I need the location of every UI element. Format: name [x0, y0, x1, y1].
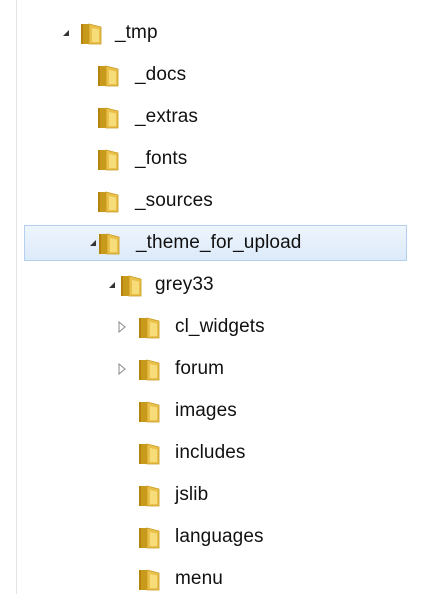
folder-icon — [95, 146, 121, 172]
folder-icon — [136, 482, 162, 508]
tree-item[interactable]: _docs — [24, 57, 407, 93]
tree-item-label: _sources — [135, 190, 213, 211]
collapsed-triangle-icon[interactable] — [115, 320, 129, 334]
tree-item[interactable]: menu — [24, 561, 407, 597]
tree-item[interactable]: _fonts — [24, 141, 407, 177]
expanded-triangle-icon[interactable] — [105, 278, 119, 292]
tree-item[interactable]: includes — [24, 435, 407, 471]
folder-tree: _tmp _docs _extras _fonts _sources _them… — [0, 0, 424, 594]
tree-item[interactable]: cl_widgets — [24, 309, 407, 345]
folder-icon — [96, 230, 122, 256]
tree-item-label: menu — [175, 568, 223, 589]
folder-icon — [78, 20, 104, 46]
tree-item-label: _extras — [135, 106, 199, 127]
folder-icon — [136, 566, 162, 592]
tree-item[interactable]: _extras — [24, 99, 407, 135]
tree-item[interactable]: grey33 — [24, 267, 407, 303]
expanded-triangle-icon[interactable] — [59, 26, 73, 40]
tree-item[interactable]: _theme_for_upload — [24, 225, 407, 261]
folder-icon — [118, 272, 144, 298]
tree-item-label: _theme_for_upload — [136, 232, 302, 253]
tree-item[interactable]: jslib — [24, 477, 407, 513]
tree-item[interactable]: images — [24, 393, 407, 429]
tree-item[interactable]: _sources — [24, 183, 407, 219]
folder-icon — [136, 440, 162, 466]
tree-item-label: _tmp — [115, 22, 158, 43]
tree-item-label: _docs — [135, 64, 187, 85]
tree-item-label: languages — [175, 526, 264, 547]
tree-item-label: grey33 — [155, 274, 214, 295]
tree-item[interactable]: languages — [24, 519, 407, 555]
tree-item-label: forum — [175, 358, 225, 379]
tree-item[interactable]: forum — [24, 351, 407, 387]
tree-item-label: _fonts — [135, 148, 188, 169]
folder-icon — [136, 524, 162, 550]
folder-icon — [136, 398, 162, 424]
folder-icon — [95, 104, 121, 130]
folder-icon — [95, 62, 121, 88]
folder-icon — [136, 356, 162, 382]
tree-item-label: includes — [175, 442, 246, 463]
collapsed-triangle-icon[interactable] — [115, 362, 129, 376]
folder-icon — [95, 188, 121, 214]
tree-item[interactable]: _tmp — [24, 15, 407, 51]
folder-icon — [136, 314, 162, 340]
tree-item-label: images — [175, 400, 237, 421]
tree-item-label: jslib — [175, 484, 209, 505]
tree-item-label: cl_widgets — [175, 316, 265, 337]
